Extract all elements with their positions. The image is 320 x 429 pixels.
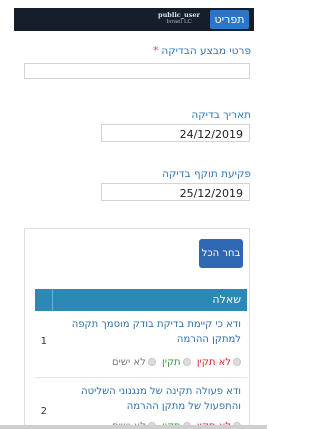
top-nav-bar: public_user Israel LC תפריט [14,8,254,31]
option-not-ok[interactable]: לא תקין [197,357,241,368]
answer-options: לא תקין תקין לא ישים [109,357,241,368]
radio-circle-icon[interactable] [182,358,191,366]
question-text: ודא כי קיימת בדיקת בודק מוסמך תקפה למתקן… [71,319,241,345]
expiry-date-field[interactable]: 25/12/2019 [101,183,250,201]
expiry-label: פקיעת תוקף בדיקה [162,168,251,180]
table-row: 1 ודא כי קיימת בדיקת בודק מוסמך תקפה למת… [35,311,247,378]
executor-label: פרטי מבצע הבדיקה* [153,45,251,57]
select-all-button[interactable]: בחר הכל [199,239,243,268]
row-number: 1 [40,336,47,347]
row-number: 2 [40,406,47,417]
radio-circle-icon[interactable] [147,358,156,366]
expiry-date-value: 25/12/2019 [179,187,243,200]
option-ok[interactable]: תקין [162,357,191,368]
user-name: public_user [158,11,200,19]
table-header: שאלה [35,289,247,311]
option-label: לא ישים [112,357,146,368]
checklist-panel: בחר הכל שאלה 1 ודא כי קיימת בדיקת בודק מ… [24,228,250,429]
question-text: ודא פעולה תקינה של מנגנוני השליטה והתפעו… [81,386,241,412]
option-not-applicable[interactable]: לא ישים [112,357,156,368]
test-date-value: 24/12/2019 [179,128,243,141]
executor-input[interactable] [24,63,250,79]
required-star: * [153,45,159,57]
executor-label-text: פרטי מבצע הבדיקה [161,45,251,57]
radio-circle-icon[interactable] [233,358,241,366]
option-label: תקין [161,357,181,368]
test-date-field[interactable]: 24/12/2019 [101,124,250,142]
bottom-divider [0,425,267,429]
option-label: לא תקין [196,357,231,368]
test-date-label: תאריך בדיקה [191,109,251,121]
menu-button[interactable]: תפריט [210,10,249,29]
question-column-header: שאלה [52,289,247,311]
user-organization: Israel LC [166,19,192,25]
table-row: 2 ודא פעולה תקינה של מנגנוני השליטה והתפ… [35,379,247,429]
user-info: public_user Israel LC [144,11,214,26]
